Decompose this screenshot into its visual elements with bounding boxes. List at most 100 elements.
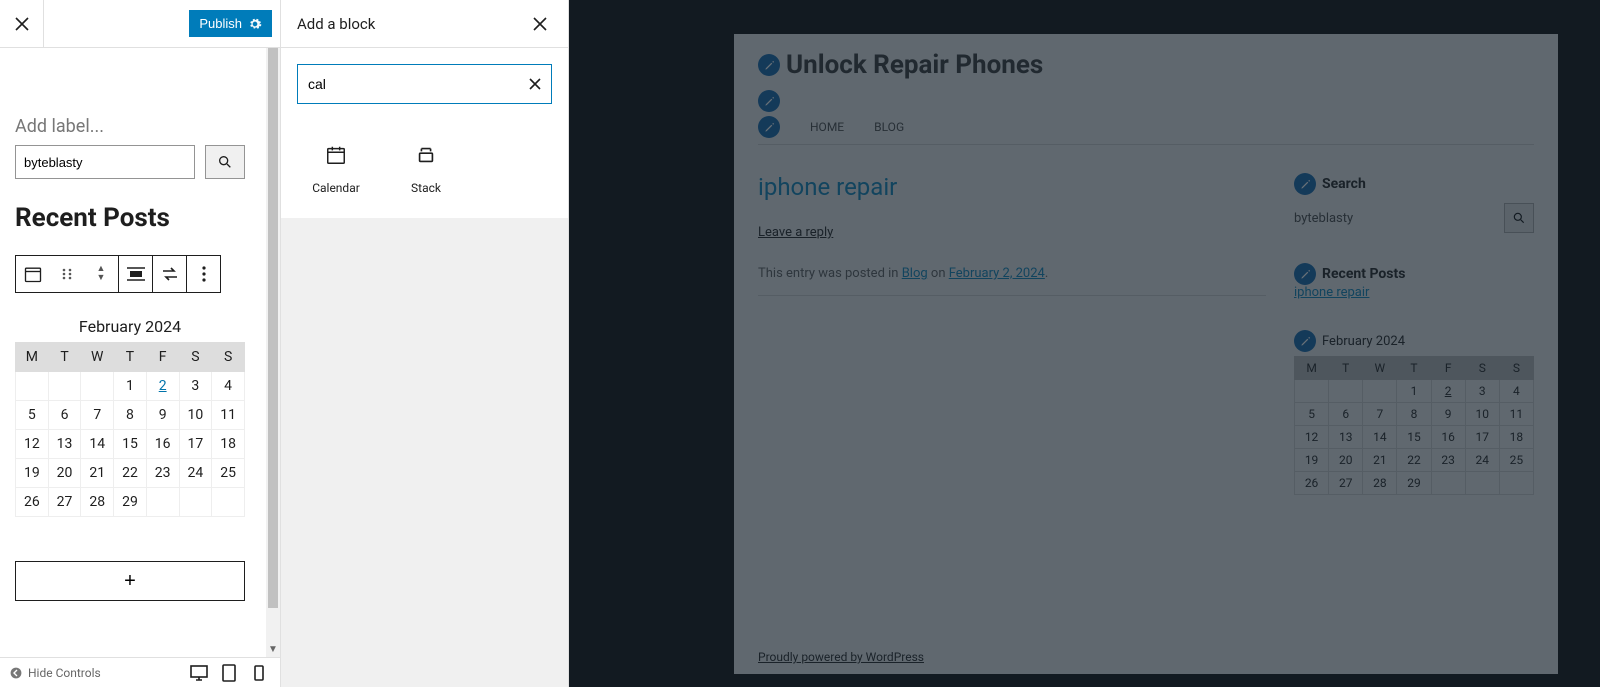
calendar-icon <box>23 264 43 284</box>
calendar-cell[interactable]: 1 <box>114 372 147 401</box>
calendar-cell[interactable]: 17 <box>179 430 212 459</box>
calendar-cell[interactable]: 2 <box>146 372 179 401</box>
calendar-day-header: S <box>212 343 245 372</box>
close-icon <box>529 78 541 90</box>
block-toolbar: ▲▼ <box>15 255 221 293</box>
plus-icon: + <box>124 570 136 593</box>
calendar-cell[interactable]: 16 <box>146 430 179 459</box>
align-icon <box>127 267 145 281</box>
stack-icon <box>414 143 438 167</box>
calendar-cell[interactable]: 29 <box>114 488 147 517</box>
block-option-calendar[interactable]: Calendar <box>295 128 377 210</box>
mobile-icon <box>254 665 264 681</box>
inserter-clear-button[interactable] <box>529 78 541 90</box>
inserter-close-button[interactable] <box>528 12 552 36</box>
scrollbar-thumb[interactable] <box>268 48 278 608</box>
calendar-cell[interactable]: 7 <box>81 401 114 430</box>
block-option-label: Stack <box>411 181 441 195</box>
more-options-button[interactable] <box>186 256 220 292</box>
editor-panel: Publish Add label... Recent Posts <box>0 0 281 687</box>
calendar-block[interactable]: February 2024 MTWTFSS 123456789101112131… <box>15 311 245 517</box>
inserter-title: Add a block <box>297 15 528 33</box>
calendar-cell[interactable]: 13 <box>48 430 81 459</box>
hide-controls-button[interactable]: Hide Controls <box>28 666 101 680</box>
calendar-cell[interactable]: 3 <box>179 372 212 401</box>
calendar-cell[interactable]: 12 <box>16 430 49 459</box>
tablet-icon <box>222 664 236 682</box>
calendar-cell[interactable]: 20 <box>48 459 81 488</box>
calendar-day-header: T <box>48 343 81 372</box>
more-icon <box>202 266 206 282</box>
inserter-search-box[interactable] <box>297 64 552 104</box>
editor-topbar: Publish <box>0 0 280 48</box>
close-icon <box>15 17 29 31</box>
calendar-cell <box>48 372 81 401</box>
inserter-search-input[interactable] <box>308 76 529 92</box>
transform-button[interactable] <box>152 256 186 292</box>
desktop-preview-button[interactable] <box>188 662 210 684</box>
calendar-cell[interactable]: 8 <box>114 401 147 430</box>
calendar-cell[interactable]: 10 <box>179 401 212 430</box>
publish-button[interactable]: Publish <box>189 10 272 37</box>
mobile-preview-button[interactable] <box>248 662 270 684</box>
calendar-cell[interactable]: 26 <box>16 488 49 517</box>
calendar-cell[interactable]: 23 <box>146 459 179 488</box>
calendar-cell <box>179 488 212 517</box>
publish-label: Publish <box>199 16 242 31</box>
calendar-cell[interactable]: 18 <box>212 430 245 459</box>
calendar-cell[interactable]: 6 <box>48 401 81 430</box>
editor-close-button[interactable] <box>0 0 44 48</box>
calendar-cell <box>146 488 179 517</box>
calendar-cell[interactable]: 27 <box>48 488 81 517</box>
block-inserter-panel: Add a block Calendar Stack <box>281 0 569 687</box>
search-input[interactable] <box>15 145 195 179</box>
calendar-cell[interactable]: 9 <box>146 401 179 430</box>
calendar-day-header: S <box>179 343 212 372</box>
editor-body: Add label... Recent Posts ▲▼ <box>0 48 280 687</box>
close-icon <box>533 17 547 31</box>
block-type-button[interactable] <box>16 256 50 292</box>
calendar-cell[interactable]: 14 <box>81 430 114 459</box>
calendar-icon <box>324 143 348 167</box>
calendar-day-header: F <box>146 343 179 372</box>
move-up-down[interactable]: ▲▼ <box>84 256 118 292</box>
calendar-cell[interactable]: 28 <box>81 488 114 517</box>
calendar-cell <box>212 488 245 517</box>
calendar-cell[interactable]: 19 <box>16 459 49 488</box>
gear-icon <box>248 17 262 31</box>
calendar-cell[interactable]: 15 <box>114 430 147 459</box>
chevron-left-icon <box>10 667 22 679</box>
add-label-placeholder[interactable]: Add label... <box>15 116 265 137</box>
calendar-day-header: M <box>16 343 49 372</box>
block-option-label: Calendar <box>312 181 360 195</box>
block-option-stack[interactable]: Stack <box>385 128 467 210</box>
add-block-button[interactable]: + <box>15 561 245 601</box>
calendar-cell <box>16 372 49 401</box>
calendar-day-header: W <box>81 343 114 372</box>
inserter-results: Calendar Stack <box>281 120 568 218</box>
calendar-cell[interactable]: 24 <box>179 459 212 488</box>
preview-dim-overlay <box>569 0 1600 687</box>
calendar-cell[interactable]: 4 <box>212 372 245 401</box>
calendar-cell[interactable]: 22 <box>114 459 147 488</box>
calendar-title: February 2024 <box>15 311 245 342</box>
calendar-cell[interactable]: 21 <box>81 459 114 488</box>
drag-handle[interactable] <box>50 256 84 292</box>
calendar-cell <box>81 372 114 401</box>
search-button[interactable] <box>205 145 245 179</box>
tablet-preview-button[interactable] <box>218 662 240 684</box>
preview-area: Unlock Repair Phones HOME BLOG <box>569 0 1600 687</box>
calendar-cell[interactable]: 25 <box>212 459 245 488</box>
calendar-cell[interactable]: 5 <box>16 401 49 430</box>
scrollbar-track[interactable]: ▼ <box>266 48 280 657</box>
transform-icon <box>161 267 179 281</box>
align-button[interactable] <box>118 256 152 292</box>
drag-icon <box>60 267 74 281</box>
desktop-icon <box>190 665 208 681</box>
calendar-cell[interactable]: 11 <box>212 401 245 430</box>
calendar-table: MTWTFSS 12345678910111213141516171819202… <box>15 342 245 517</box>
editor-footer: Hide Controls <box>0 657 280 687</box>
scrollbar-down-arrow[interactable]: ▼ <box>266 644 280 655</box>
search-icon <box>217 154 233 170</box>
recent-posts-heading: Recent Posts <box>15 203 265 233</box>
